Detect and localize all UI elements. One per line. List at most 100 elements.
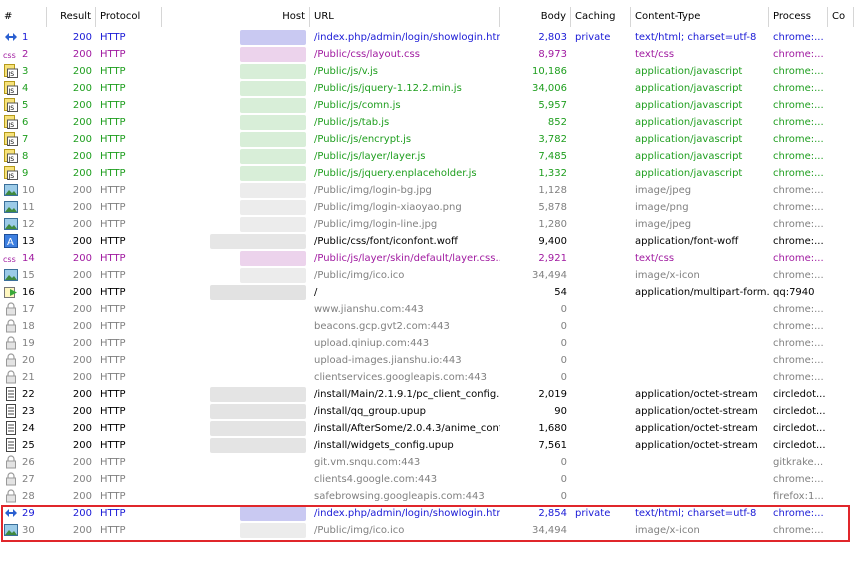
cell-body: 0 xyxy=(560,457,567,468)
cell-host xyxy=(162,471,310,488)
cell-process: chrome:... xyxy=(773,338,824,349)
row-number: 13 xyxy=(22,236,35,247)
header-url[interactable]: URL xyxy=(310,7,500,27)
cell-result: 200 xyxy=(72,151,92,162)
cell-host xyxy=(162,284,310,301)
table-row[interactable]: 15 200 HTTP/Public/img/ico.ico 34,494 image/… xyxy=(0,267,854,284)
cell-body: 852 xyxy=(547,117,567,128)
cell-url: www.jianshu.com:443 xyxy=(314,304,424,315)
cell-caching: private xyxy=(575,508,611,519)
cell-num: A 13 xyxy=(0,233,47,250)
header-comments[interactable]: Co xyxy=(828,7,854,27)
cell-url: /Public/css/layout.css xyxy=(314,49,420,60)
cell-num: 15 xyxy=(0,267,47,284)
cell-caching xyxy=(571,148,631,165)
session-list[interactable]: # Result Protocol Host URL Body Caching Content… xyxy=(0,0,854,567)
font-icon: A xyxy=(4,234,18,248)
lock-icon xyxy=(4,319,18,333)
cell-ctype: image/jpeg xyxy=(635,219,692,230)
cell-body: 0 xyxy=(560,321,567,332)
table-row[interactable]: JS 9 200 HTTP/Public/js/jquery.enplaceholde… xyxy=(0,165,854,182)
cell-url: upload.qiniup.com:443 xyxy=(314,338,430,349)
table-row[interactable]: 24 200 HTTP/install/AfterSome/2.0.4.3/anim… xyxy=(0,420,854,437)
arrows-icon xyxy=(4,506,18,520)
table-row[interactable]: 19 200 HTTP upload.qiniup.com:443 0 chrome:..… xyxy=(0,335,854,352)
table-row[interactable]: 17 200 HTTP www.jianshu.com:443 0 chrome:... xyxy=(0,301,854,318)
row-number: 24 xyxy=(22,423,35,434)
cell-host xyxy=(162,131,310,148)
table-row[interactable]: 12 200 HTTP/Public/img/login-line.jpg 1,280… xyxy=(0,216,854,233)
table-row[interactable]: css 14 200 HTTP/Public/js/layer/skin/defaul… xyxy=(0,250,854,267)
cell-url: clientservices.googleapis.com:443 xyxy=(314,372,487,383)
cell-ctype: application/javascript xyxy=(635,66,743,77)
cell-caching xyxy=(571,488,631,505)
table-row[interactable]: 20 200 HTTP upload-images.jianshu.io:443 0 ch… xyxy=(0,352,854,369)
row-number: 23 xyxy=(22,406,35,417)
header-body[interactable]: Body xyxy=(500,7,571,27)
table-row[interactable]: 1 200 HTTP/index.php/admin/login/showlogin… xyxy=(0,29,854,46)
cell-host xyxy=(162,386,310,403)
cell-url: /Public/js/layer/skin/default/layer.css.… xyxy=(314,253,500,264)
cell-ctype: application/octet-stream xyxy=(635,440,758,451)
lock-icon xyxy=(4,336,18,350)
table-row[interactable]: 22 200 HTTP/install/Main/2.1.9.1/pc_client… xyxy=(0,386,854,403)
table-row[interactable]: 30 200 HTTP/Public/img/ico.ico 34,494 image/… xyxy=(0,522,854,539)
cell-host xyxy=(162,335,310,352)
js-icon: JS xyxy=(4,64,18,78)
table-row[interactable]: JS 4 200 HTTP/Public/js/jquery-1.12.2.min.j… xyxy=(0,80,854,97)
cell-protocol: HTTP xyxy=(100,372,126,383)
header-process[interactable]: Process xyxy=(769,7,828,27)
cell-body: 0 xyxy=(560,338,567,349)
cell-url: /install/widgets_config.upup xyxy=(314,440,454,451)
cell-url: /Public/js/encrypt.js xyxy=(314,134,412,145)
header-protocol[interactable]: Protocol xyxy=(96,7,162,27)
cell-body: 7,485 xyxy=(538,151,567,162)
table-row[interactable]: A 13 200 HTTP/Public/css/font/iconfont.woff… xyxy=(0,233,854,250)
table-row[interactable]: JS 8 200 HTTP/Public/js/layer/layer.js 7,485… xyxy=(0,148,854,165)
header-host[interactable]: Host xyxy=(162,7,310,27)
table-row[interactable]: 23 200 HTTP/install/qq_group.upup 90 applica… xyxy=(0,403,854,420)
cell-result: 200 xyxy=(72,270,92,281)
cell-protocol: HTTP xyxy=(100,389,126,400)
cell-protocol: HTTP xyxy=(100,321,126,332)
cell-body: 0 xyxy=(560,474,567,485)
row-number: 9 xyxy=(22,168,29,179)
header-caching[interactable]: Caching xyxy=(571,7,631,27)
cell-url: /Public/js/comn.js xyxy=(314,100,401,111)
table-row[interactable]: 18 200 HTTP beacons.gcp.gvt2.com:443 0 chrome… xyxy=(0,318,854,335)
table-row[interactable]: 25 200 HTTP/install/widgets_config.upup 7,5… xyxy=(0,437,854,454)
cell-ctype: text/css xyxy=(635,253,675,264)
cell-host xyxy=(162,454,310,471)
table-row[interactable]: JS 5 200 HTTP/Public/js/comn.js 5,957 applica… xyxy=(0,97,854,114)
cell-protocol: HTTP xyxy=(100,423,126,434)
table-row[interactable]: 10 200 HTTP/Public/img/login-bg.jpg 1,128 im… xyxy=(0,182,854,199)
table-row[interactable]: JS 3 200 HTTP/Public/js/v.js 10,186 applicati… xyxy=(0,63,854,80)
row-number: 21 xyxy=(22,372,35,383)
image-icon xyxy=(4,217,18,231)
header-result[interactable]: Result xyxy=(47,7,96,27)
table-row[interactable]: 16 200 HTTP / 54 application/multipart-form..… xyxy=(0,284,854,301)
cell-result: 200 xyxy=(72,355,92,366)
table-row[interactable]: 11 200 HTTP/Public/img/login-xiaoyao.png 5,… xyxy=(0,199,854,216)
cell-process: chrome:... xyxy=(773,321,824,332)
table-row[interactable]: JS 7 200 HTTP/Public/js/encrypt.js 3,782 appl… xyxy=(0,131,854,148)
header-num[interactable]: # xyxy=(0,7,47,27)
cell-ctype: text/css xyxy=(635,49,675,60)
cell-body: 1,280 xyxy=(538,219,567,230)
header-ctype[interactable]: Content-Type xyxy=(631,7,769,27)
row-number: 2 xyxy=(22,49,29,60)
cell-host xyxy=(162,369,310,386)
row-number: 19 xyxy=(22,338,35,349)
document-icon xyxy=(4,387,18,401)
table-row[interactable]: 27 200 HTTP clients4.google.com:443 0 chrome:… xyxy=(0,471,854,488)
table-row[interactable]: 21 200 HTTP clientservices.googleapis.com:4… xyxy=(0,369,854,386)
table-row[interactable]: 28 200 HTTP safebrowsing.googleapis.com:443… xyxy=(0,488,854,505)
cell-num: 23 xyxy=(0,403,47,420)
table-row[interactable]: JS 6 200 HTTP/Public/js/tab.js 852 applicatio… xyxy=(0,114,854,131)
cell-process: chrome:... xyxy=(773,100,824,111)
table-row[interactable]: 29 200 HTTP/index.php/admin/login/showlogi… xyxy=(0,505,854,522)
cell-process: chrome:... xyxy=(773,151,824,162)
cell-process: gitkrake... xyxy=(773,457,824,468)
table-row[interactable]: 26 200 HTTP git.vm.snqu.com:443 0 gitkrake... xyxy=(0,454,854,471)
table-row[interactable]: css 2 200 HTTP/Public/css/layout.css 8,973 te… xyxy=(0,46,854,63)
